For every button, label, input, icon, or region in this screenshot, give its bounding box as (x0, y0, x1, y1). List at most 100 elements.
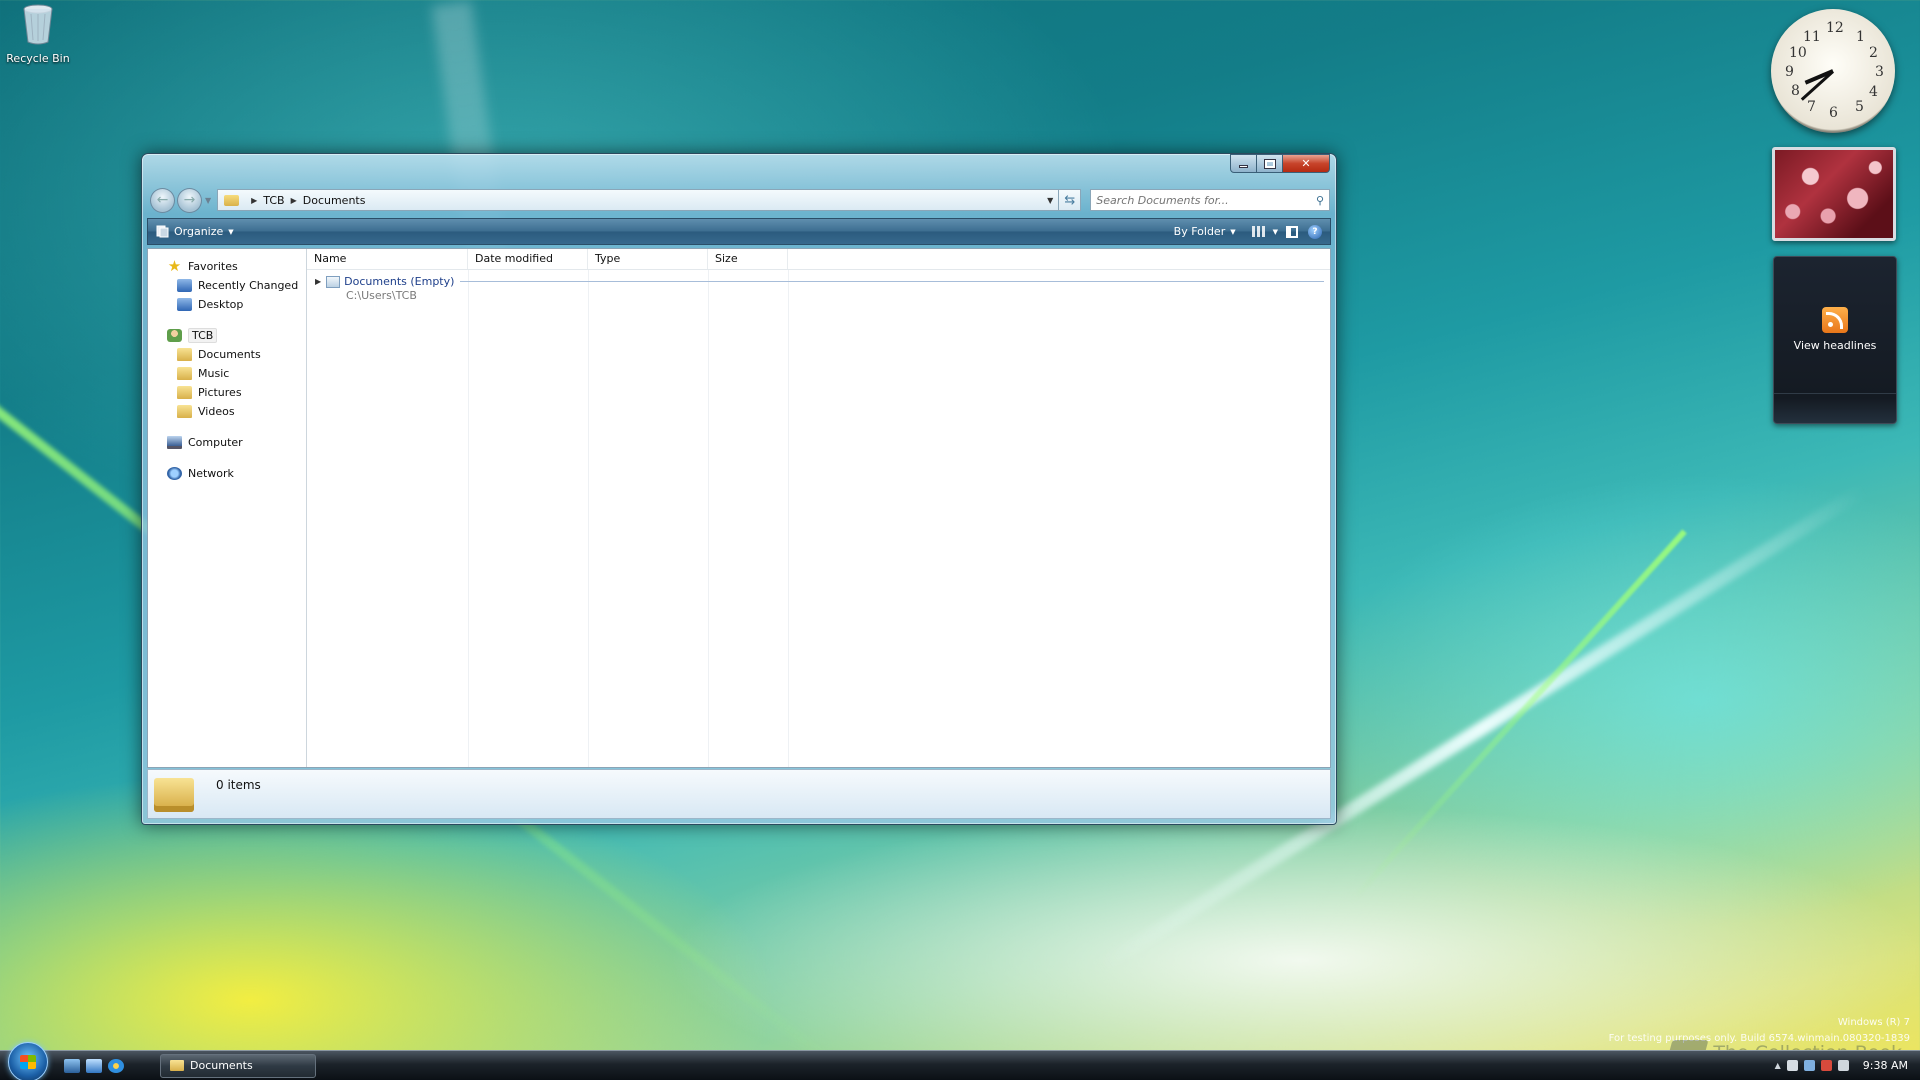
switch-windows-icon[interactable] (86, 1058, 102, 1073)
group-documents: ▶ Documents (Empty) C:\Users\TCB (315, 275, 1324, 302)
nav-user-tcb[interactable]: TCB (148, 326, 306, 345)
nav-videos[interactable]: Videos (148, 402, 306, 421)
nav-label: Network (188, 467, 234, 480)
folder-large-icon (154, 778, 194, 812)
window-controls: ✕ (1230, 154, 1330, 173)
nav-computer[interactable]: Computer (148, 433, 306, 452)
recent-icon (177, 279, 192, 292)
chevron-down-icon: ▼ (1272, 227, 1278, 236)
views-menu[interactable]: ▼ (1251, 226, 1278, 237)
expand-arrow-icon[interactable]: ▶ (315, 277, 321, 286)
slideshow-gadget[interactable] (1772, 147, 1896, 241)
folder-icon (170, 1060, 184, 1071)
nav-label: TCB (188, 328, 218, 343)
back-button[interactable]: ← (150, 187, 175, 213)
show-hidden-icons-icon[interactable]: ▲ (1775, 1061, 1781, 1070)
maximize-button[interactable] (1257, 154, 1283, 173)
column-header-type[interactable]: Type (588, 249, 708, 269)
recycle-bin-icon (23, 4, 53, 45)
preview-pane-icon[interactable] (1286, 225, 1298, 238)
system-tray: ▲ 9:38 AM (1765, 1051, 1920, 1080)
folder-icon (177, 405, 192, 418)
clock-number: 7 (1807, 99, 1816, 115)
column-header-date-modified[interactable]: Date modified (468, 249, 588, 269)
group-divider (460, 281, 1324, 282)
clock-number: 12 (1826, 20, 1844, 36)
volume-icon[interactable] (1837, 1060, 1849, 1071)
breadcrumb-documents[interactable]: Documents (303, 194, 366, 207)
desktop-icon (177, 298, 192, 311)
chevron-down-icon: ▼ (228, 227, 234, 236)
breadcrumb-separator-icon[interactable]: ▶ (291, 196, 297, 205)
wallpaper-streak (1347, 529, 1687, 906)
organize-menu[interactable]: Organize ▼ (156, 225, 234, 238)
nav-network[interactable]: Network (148, 464, 306, 483)
clock-number: 2 (1869, 45, 1878, 61)
nav-documents[interactable]: Documents (148, 345, 306, 364)
close-button[interactable]: ✕ (1283, 154, 1330, 173)
nav-label: Desktop (198, 298, 244, 311)
nav-favorites[interactable]: ★ Favorites (148, 257, 306, 276)
back-arrow-icon: ← (156, 192, 169, 208)
folder-icon (177, 348, 192, 361)
group-header[interactable]: ▶ Documents (Empty) (315, 275, 1324, 288)
clock-number: 11 (1803, 29, 1821, 45)
user-folder-icon (167, 329, 182, 342)
item-count: 0 items (216, 778, 261, 792)
nav-label: Favorites (188, 260, 238, 273)
nav-recently-changed[interactable]: Recently Changed (148, 276, 306, 295)
search-input[interactable] (1096, 193, 1316, 207)
column-gridlines (307, 270, 1330, 767)
organize-label: Organize (174, 225, 224, 238)
nav-pictures[interactable]: Pictures (148, 383, 306, 402)
by-folder-menu[interactable]: By Folder ▼ (1174, 225, 1236, 238)
start-button[interactable] (8, 1041, 48, 1080)
clock-number: 4 (1869, 84, 1878, 100)
feed-headlines-gadget[interactable]: View headlines (1773, 256, 1897, 424)
file-list-pane: Name Date modified Type Size ▶ Documents… (307, 249, 1330, 767)
clock-time[interactable]: 9:38 AM (1863, 1059, 1908, 1072)
taskbar-button-label: Documents (190, 1059, 253, 1072)
address-bar[interactable]: ▶ TCB ▶ Documents ▼ (217, 189, 1060, 211)
folder-icon (177, 367, 192, 380)
breadcrumb-separator-icon[interactable]: ▶ (251, 196, 257, 205)
recent-pages-dropdown[interactable]: ▼ (205, 196, 211, 205)
column-header-size[interactable]: Size (708, 249, 788, 269)
feed-gadget-footer (1774, 393, 1896, 423)
nav-music[interactable]: Music (148, 364, 306, 383)
view-headlines-link[interactable]: View headlines (1774, 339, 1896, 352)
recycle-bin-desktop-icon[interactable]: Recycle Bin (6, 2, 70, 65)
tray-network-icon[interactable] (1786, 1060, 1798, 1071)
details-pane: 0 items (147, 769, 1331, 819)
star-icon: ★ (167, 257, 182, 275)
column-header-name[interactable]: Name (307, 249, 468, 269)
rss-icon (1822, 307, 1848, 333)
tray-security-icon[interactable] (1820, 1060, 1832, 1071)
breadcrumb-user[interactable]: TCB (263, 194, 284, 207)
clock-number: 9 (1785, 64, 1794, 80)
internet-explorer-icon[interactable] (108, 1058, 124, 1073)
search-box[interactable]: ⚲ (1090, 189, 1331, 211)
nav-desktop[interactable]: Desktop (148, 295, 306, 314)
recycle-bin-label: Recycle Bin (6, 52, 70, 65)
folder-icon (177, 386, 192, 399)
navigation-row: ← → ▼ ▶ TCB ▶ Documents ▼ ⇆ ⚲ (150, 187, 1331, 213)
chevron-down-icon: ▼ (1230, 227, 1236, 236)
taskbar-button-documents[interactable]: Documents (160, 1053, 316, 1078)
address-dropdown-icon[interactable]: ▼ (1042, 196, 1058, 205)
nav-label: Computer (188, 436, 243, 449)
forward-arrow-icon: → (183, 192, 196, 208)
forward-button[interactable]: → (176, 187, 202, 213)
folder-icon (224, 194, 240, 206)
minimize-button[interactable] (1230, 154, 1257, 173)
search-icon[interactable]: ⚲ (1316, 194, 1324, 207)
show-desktop-icon[interactable] (64, 1058, 80, 1073)
nav-label: Recently Changed (198, 279, 299, 292)
computer-icon (167, 436, 182, 449)
clock-gadget[interactable]: 12 1 2 3 4 5 6 7 8 9 10 11 (1771, 9, 1895, 133)
refresh-button[interactable]: ⇆ (1059, 189, 1082, 211)
help-icon[interactable]: ? (1308, 224, 1322, 239)
clock-number: 1 (1856, 29, 1865, 45)
command-toolbar: Organize ▼ By Folder ▼ ▼ ? (147, 218, 1331, 245)
tray-sync-icon[interactable] (1803, 1060, 1815, 1071)
